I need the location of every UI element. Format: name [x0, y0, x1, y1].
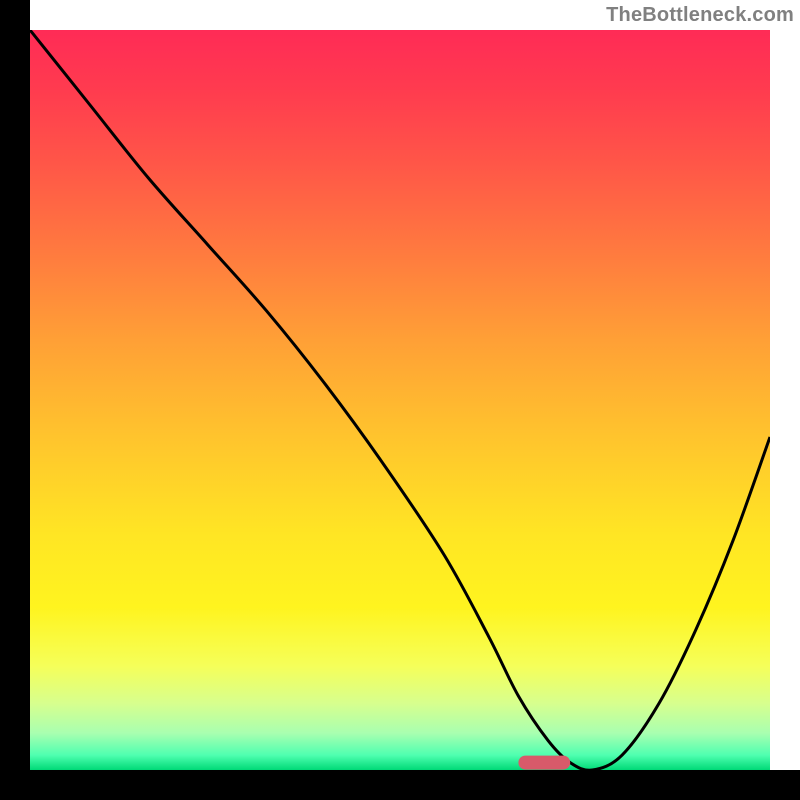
chart-overlay — [30, 30, 770, 770]
watermark-text: TheBottleneck.com — [606, 4, 794, 27]
bottleneck-curve-path — [30, 30, 770, 770]
y-axis-band — [0, 0, 30, 800]
x-axis-band — [0, 770, 800, 800]
bottleneck-chart: TheBottleneck.com — [0, 0, 800, 800]
optimal-marker — [518, 756, 570, 770]
